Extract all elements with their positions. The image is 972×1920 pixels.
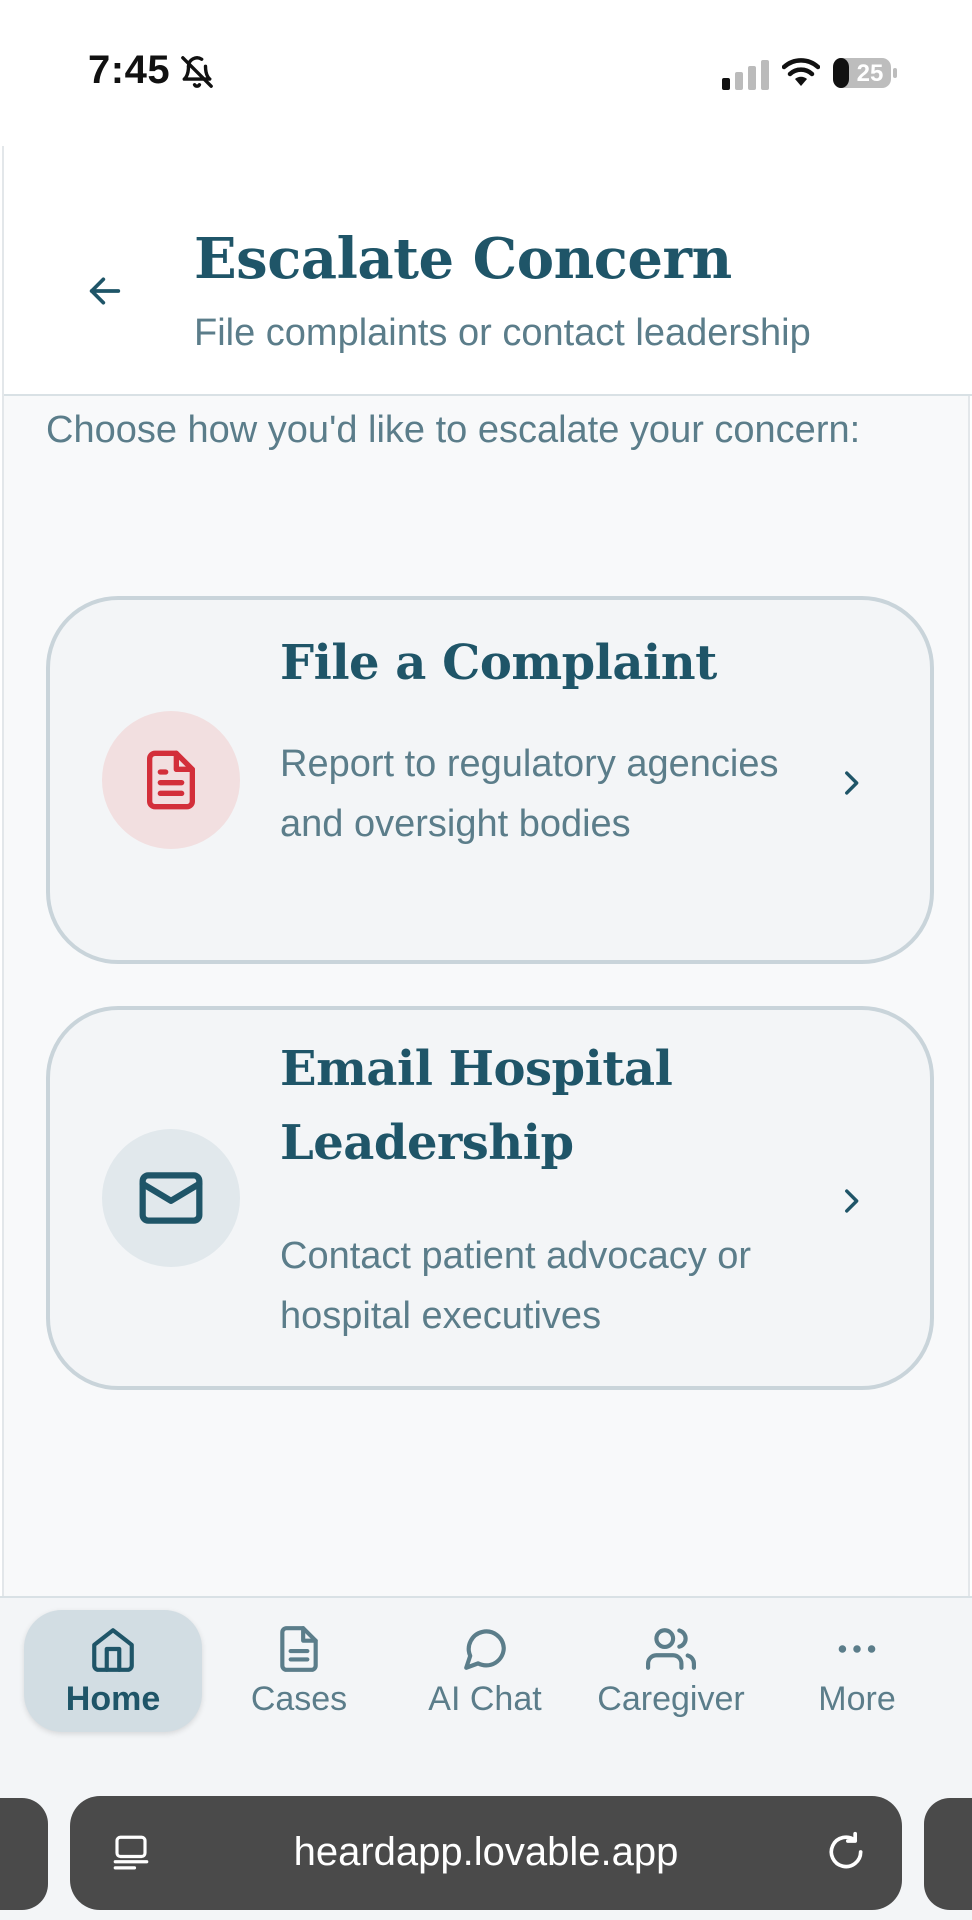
- file-text-icon: [147, 750, 195, 810]
- arrow-left-icon: [89, 277, 121, 305]
- file-complaint-icon-wrap: [102, 711, 240, 849]
- page-subtitle: File complaints or contact leadership: [194, 312, 811, 354]
- url-text: heardapp.lovable.app: [293, 1830, 679, 1874]
- nav-item-more[interactable]: More: [768, 1610, 946, 1732]
- reload-icon[interactable]: [824, 1830, 868, 1874]
- card-description: Report to regulatory agencies and oversi…: [280, 743, 779, 845]
- nav-label: Home: [65, 1679, 161, 1718]
- nav-item-home[interactable]: Home: [24, 1610, 202, 1732]
- page-content: Escalate Concern File complaints or cont…: [2, 146, 972, 1712]
- home-icon: [92, 1627, 134, 1672]
- mail-icon: [139, 1172, 203, 1224]
- page-title: Escalate Concern: [194, 226, 732, 292]
- message-circle-icon: [464, 1628, 506, 1670]
- cellular-signal-icon: [722, 60, 769, 90]
- wifi-icon: [782, 58, 820, 86]
- more-horizontal-icon: [838, 1644, 876, 1653]
- status-bar: 7:45 25: [0, 0, 972, 146]
- chevron-right-icon: [845, 771, 859, 795]
- intro-text: Choose how you'd like to escalate your c…: [46, 409, 861, 451]
- file-complaint-card[interactable]: File a Complaint Report to regulatory ag…: [46, 596, 934, 964]
- battery-indicator: 25: [832, 56, 898, 90]
- browser-toolbar: heardapp.lovable.app: [0, 1776, 972, 1920]
- address-bar[interactable]: heardapp.lovable.app: [70, 1796, 902, 1910]
- chevron-right-icon: [845, 1189, 859, 1213]
- status-time: 7:45: [88, 48, 171, 92]
- nav-label: AI Chat: [428, 1679, 542, 1718]
- bell-off-icon: [181, 56, 213, 88]
- nav-label: Cases: [250, 1679, 348, 1718]
- bottom-nav: Home Cases AI Chat Caregiver More: [0, 1596, 972, 1776]
- users-icon: [646, 1627, 696, 1670]
- battery-level: 25: [856, 60, 884, 87]
- next-tab[interactable]: [924, 1798, 972, 1910]
- nav-item-caregiver[interactable]: Caregiver: [582, 1610, 760, 1732]
- page-header: Escalate Concern File complaints or cont…: [4, 146, 972, 396]
- nav-label: More: [818, 1679, 896, 1718]
- nav-item-cases[interactable]: Cases: [210, 1610, 388, 1732]
- card-title: File a Complaint: [280, 635, 717, 691]
- nav-item-ai-chat[interactable]: AI Chat: [396, 1610, 574, 1732]
- card-title: Email Hospital Leadership: [280, 1041, 673, 1171]
- previous-tab[interactable]: [0, 1798, 48, 1910]
- back-button[interactable]: [78, 264, 132, 318]
- email-leadership-card[interactable]: Email Hospital Leadership Contact patien…: [46, 1006, 934, 1390]
- card-description: Contact patient advocacy or hospital exe…: [280, 1235, 752, 1337]
- nav-label: Caregiver: [597, 1679, 745, 1718]
- file-text-icon: [280, 1625, 318, 1672]
- email-leadership-icon-wrap: [102, 1129, 240, 1267]
